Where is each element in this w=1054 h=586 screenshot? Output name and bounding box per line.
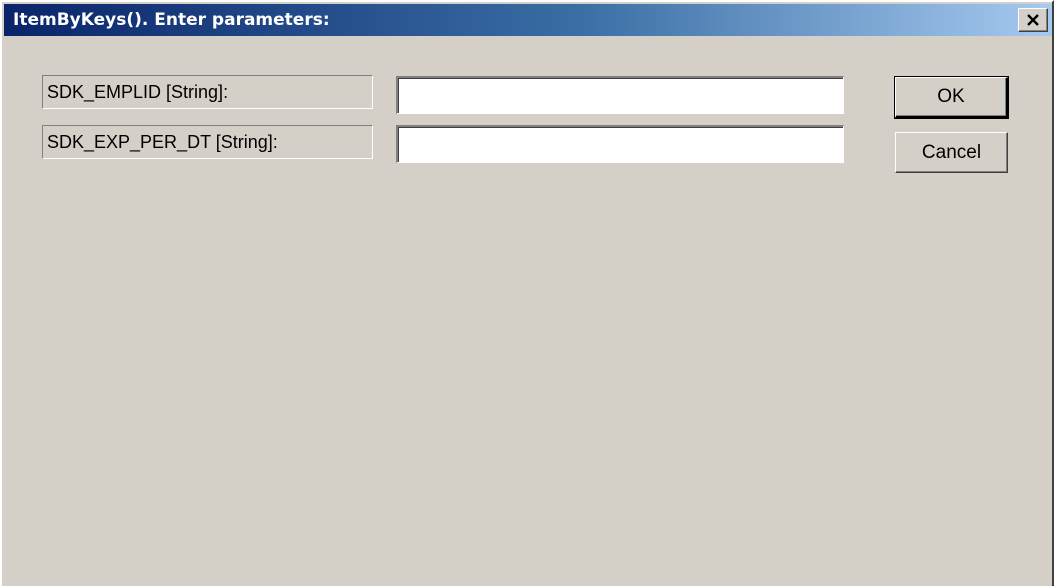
exp-per-dt-input[interactable]	[396, 125, 844, 163]
emplid-input[interactable]	[396, 76, 844, 114]
cancel-button[interactable]: Cancel	[895, 132, 1008, 173]
window-title: ItemByKeys(). Enter parameters:	[13, 10, 330, 30]
parameters-dialog: ItemByKeys(). Enter parameters: SDK_EMPL…	[0, 0, 1054, 586]
emplid-label: SDK_EMPLID [String]:	[42, 75, 373, 109]
title-bar[interactable]: ItemByKeys(). Enter parameters:	[4, 4, 1052, 36]
ok-button[interactable]: OK	[895, 77, 1008, 118]
close-icon	[1026, 14, 1040, 26]
exp-per-dt-label: SDK_EXP_PER_DT [String]:	[42, 125, 373, 159]
close-button[interactable]	[1018, 8, 1048, 32]
